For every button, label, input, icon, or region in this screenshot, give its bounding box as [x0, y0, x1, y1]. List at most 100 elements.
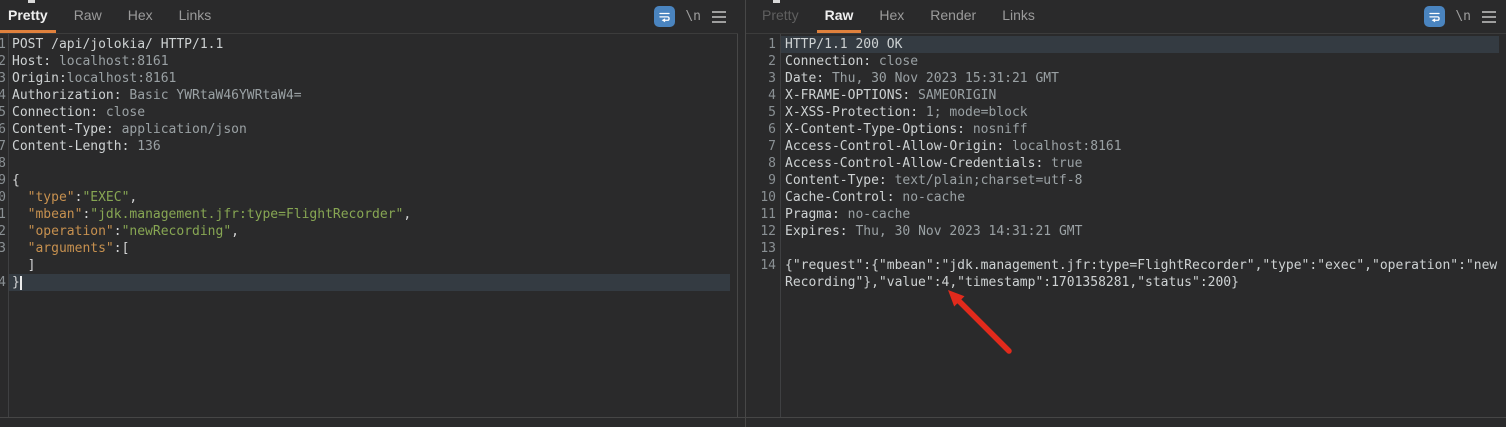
code-line[interactable]: 11 "mbean":"jdk.management.jfr:type=Flig… — [0, 206, 738, 223]
line-number: 10 — [746, 189, 780, 206]
line-content: Date: Thu, 30 Nov 2023 15:31:21 GMT — [780, 70, 1499, 87]
code-line[interactable]: 3Date: Thu, 30 Nov 2023 15:31:21 GMT — [746, 70, 1506, 87]
line-content: "mbean":"jdk.management.jfr:type=FlightR… — [8, 206, 730, 223]
code-line[interactable]: 1HTTP/1.1 200 OK — [746, 36, 1506, 53]
code-line[interactable]: 9Content-Type: text/plain;charset=utf-8 — [746, 172, 1506, 189]
line-number: 9 — [746, 172, 780, 189]
editor-menu-button[interactable] — [1481, 9, 1497, 25]
line-content: Origin:localhost:8161 — [8, 70, 730, 87]
soft-wrap-icon — [657, 9, 672, 24]
line-content: } — [8, 274, 730, 291]
tab-pretty[interactable]: Pretty — [0, 0, 56, 33]
hamburger-icon — [1482, 11, 1496, 13]
line-content: X-FRAME-OPTIONS: SAMEORIGIN — [780, 87, 1499, 104]
line-number: 6 — [746, 121, 780, 138]
line-number: 6 — [0, 121, 8, 138]
tab-hex[interactable]: Hex — [871, 0, 912, 33]
line-content: Connection: close — [780, 53, 1499, 70]
line-number: 7 — [746, 138, 780, 155]
line-content: Pragma: no-cache — [780, 206, 1499, 223]
line-number: 8 — [746, 155, 780, 172]
line-number: 14 — [0, 274, 8, 291]
code-line[interactable]: 1POST /api/jolokia/ HTTP/1.1 — [0, 36, 738, 53]
code-line[interactable]: 10 "type":"EXEC", — [0, 189, 738, 206]
tab-hex[interactable]: Hex — [120, 0, 161, 33]
line-content: "type":"EXEC", — [8, 189, 730, 206]
request-editor-right-border — [737, 34, 738, 417]
code-line[interactable]: 4Authorization: Basic YWRtaW46YWRtaW4= — [0, 87, 738, 104]
tab-raw[interactable]: Raw — [817, 0, 862, 33]
code-line[interactable]: 13 "arguments":[ — [0, 240, 738, 257]
code-line[interactable]: 12Expires: Thu, 30 Nov 2023 14:31:21 GMT — [746, 223, 1506, 240]
panel-splitter[interactable] — [745, 0, 746, 427]
line-content: Authorization: Basic YWRtaW46YWRtaW4= — [8, 87, 730, 104]
code-line[interactable]: 6Content-Type: application/json — [0, 121, 738, 138]
soft-wrap-toggle-button[interactable] — [1424, 6, 1445, 27]
line-content: Connection: close — [8, 104, 730, 121]
line-number: 13 — [746, 240, 780, 257]
code-line[interactable]: 2Connection: close — [746, 53, 1506, 70]
line-content: POST /api/jolokia/ HTTP/1.1 — [8, 36, 730, 53]
response-tabbar: Pretty Raw Hex Render Links — [746, 0, 1506, 34]
soft-wrap-toggle-button[interactable] — [654, 6, 675, 27]
tab-pretty: Pretty — [754, 0, 807, 33]
code-line[interactable]: 3Origin:localhost:8161 — [0, 70, 738, 87]
line-content: Content-Type: text/plain;charset=utf-8 — [780, 172, 1499, 189]
code-line[interactable]: 5Connection: close — [0, 104, 738, 121]
editor-menu-button[interactable] — [711, 9, 727, 25]
line-content: Cache-Control: no-cache — [780, 189, 1499, 206]
line-number: 1 — [746, 36, 780, 53]
code-line[interactable]: 2Host: localhost:8161 — [0, 53, 738, 70]
code-line[interactable]: 12 "operation":"newRecording", — [0, 223, 738, 240]
line-number: 1 — [0, 36, 8, 53]
text-cursor — [20, 276, 22, 290]
editor-bottom-border — [0, 417, 1506, 418]
gutter-separator — [8, 34, 9, 417]
code-line[interactable]: 4X-FRAME-OPTIONS: SAMEORIGIN — [746, 87, 1506, 104]
response-editor[interactable]: 1HTTP/1.1 200 OK2Connection: close3Date:… — [746, 34, 1506, 417]
line-number: 9 — [0, 172, 8, 189]
line-content: {"request":{"mbean":"jdk.management.jfr:… — [780, 257, 1499, 291]
request-editor[interactable]: 1POST /api/jolokia/ HTTP/1.12Host: local… — [0, 34, 738, 417]
line-number: 4 — [746, 87, 780, 104]
request-panel: Pretty Raw Hex Links \n 1POST /api/jolokia/… — [0, 0, 738, 427]
line-number: 3 — [746, 70, 780, 87]
tab-render[interactable]: Render — [922, 0, 984, 33]
code-line[interactable]: 6X-Content-Type-Options: nosniff — [746, 121, 1506, 138]
code-line[interactable]: 11Pragma: no-cache — [746, 206, 1506, 223]
response-panel: Pretty Raw Hex Render Links \n 1HTTP/1.1 200… — [746, 0, 1506, 427]
newline-visualization-toggle[interactable]: \n — [1455, 9, 1471, 24]
line-content: HTTP/1.1 200 OK — [780, 36, 1499, 53]
code-line[interactable]: 7Content-Length: 136 — [0, 138, 738, 155]
soft-wrap-icon — [1427, 9, 1442, 24]
line-number: 11 — [746, 206, 780, 223]
line-content: "arguments":[ — [8, 240, 730, 257]
code-line[interactable]: 8 — [0, 155, 738, 172]
code-line[interactable]: 10Cache-Control: no-cache — [746, 189, 1506, 206]
line-number: 11 — [0, 206, 8, 223]
response-toolbar: \n — [1424, 6, 1497, 27]
line-content: Access-Control-Allow-Credentials: true — [780, 155, 1499, 172]
line-number: 10 — [0, 189, 8, 206]
line-number: 5 — [746, 104, 780, 121]
code-line[interactable]: 9{ — [0, 172, 738, 189]
code-line[interactable]: 14{"request":{"mbean":"jdk.management.jf… — [746, 257, 1506, 291]
line-number: 4 — [0, 87, 8, 104]
request-tabbar: Pretty Raw Hex Links — [0, 0, 738, 34]
code-line[interactable]: 5X-XSS-Protection: 1; mode=block — [746, 104, 1506, 121]
newline-visualization-toggle[interactable]: \n — [685, 9, 701, 24]
code-line[interactable]: 7Access-Control-Allow-Origin: localhost:… — [746, 138, 1506, 155]
line-content: X-Content-Type-Options: nosniff — [780, 121, 1499, 138]
line-number: 12 — [746, 223, 780, 240]
line-number: 13 — [0, 240, 8, 257]
line-content: { — [8, 172, 730, 189]
gutter-separator — [780, 34, 781, 417]
code-line[interactable]: 8Access-Control-Allow-Credentials: true — [746, 155, 1506, 172]
code-line[interactable]: ] — [0, 257, 738, 274]
tab-links[interactable]: Links — [171, 0, 220, 33]
tab-raw[interactable]: Raw — [66, 0, 110, 33]
tab-links[interactable]: Links — [994, 0, 1043, 33]
code-line[interactable]: 14} — [0, 274, 738, 291]
line-number: 2 — [0, 53, 8, 70]
code-line[interactable]: 13 — [746, 240, 1506, 257]
